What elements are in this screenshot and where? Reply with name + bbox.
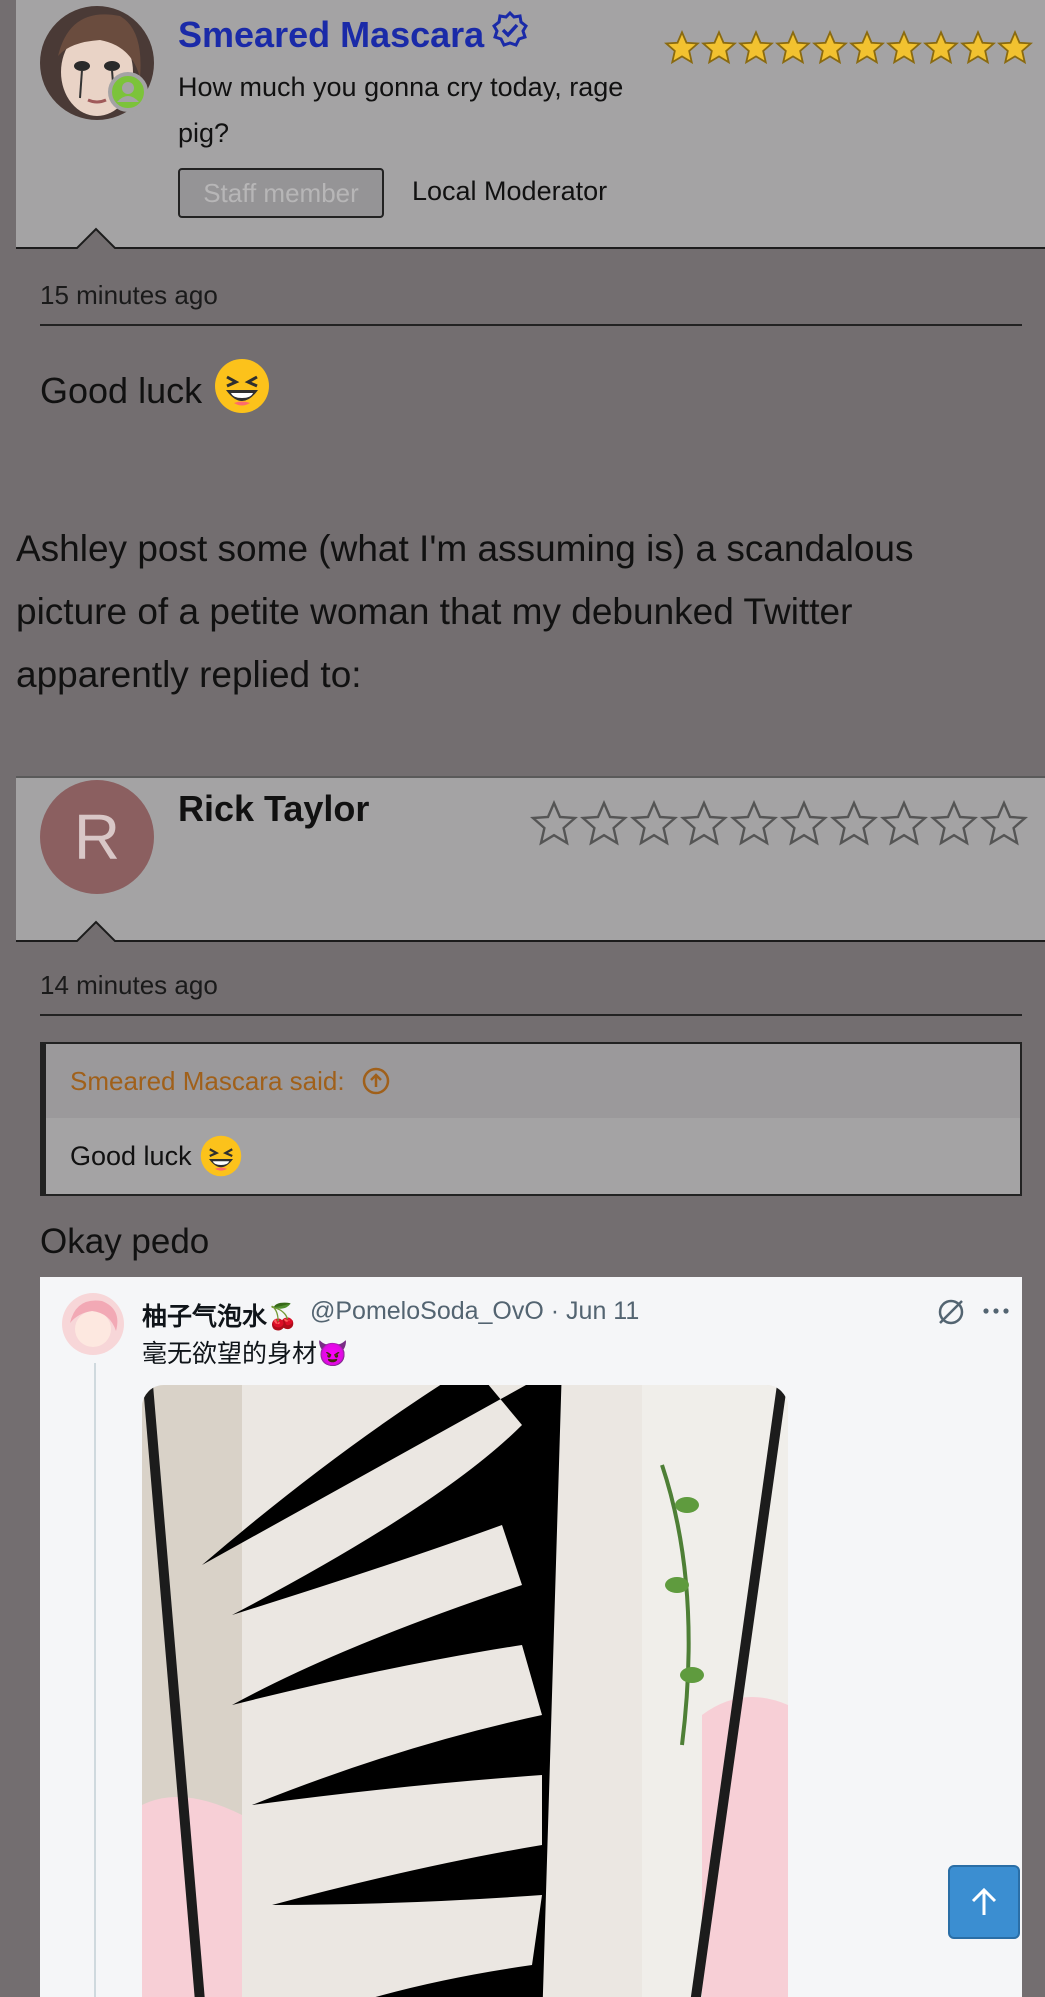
tweet-handle-date: @PomeloSoda_OvO · Jun 11 (310, 1297, 640, 1325)
post2-divider (40, 1014, 1022, 1016)
post2-body: Okay pedo (40, 1222, 210, 1261)
laughing-emoji-icon (214, 358, 270, 423)
laughing-emoji-icon (200, 1135, 242, 1177)
post1-user-title: How much you gonna cry today, rage pig? (178, 72, 624, 148)
post1-timestamp[interactable]: 15 minutes ago (40, 280, 218, 311)
tweet-avatar (62, 1293, 124, 1355)
star-icon (775, 30, 811, 65)
verified-icon (490, 10, 530, 59)
star-icon (923, 30, 959, 65)
post1-username-text[interactable]: Smeared Mascara (178, 14, 484, 56)
post1-body: Good luck (40, 358, 270, 423)
star-icon (530, 800, 578, 846)
quote-header[interactable]: Smeared Mascara said: (46, 1044, 1020, 1118)
star-icon (997, 30, 1033, 65)
star-icon (730, 800, 778, 846)
tweet-media-redacted (142, 1385, 788, 1997)
quote-block: Smeared Mascara said: Good luck (40, 1042, 1022, 1196)
quote-body: Good luck (46, 1118, 1020, 1194)
star-icon (630, 800, 678, 846)
star-icon (664, 30, 700, 65)
staff-member-badge[interactable]: Staff member (178, 168, 384, 218)
scroll-to-top-button[interactable] (948, 1865, 1020, 1939)
post2-avatar-letter: R (73, 801, 121, 873)
post2-card-pointer (76, 920, 116, 942)
post1-rating-stars (664, 30, 1034, 66)
star-icon (886, 30, 922, 65)
arrow-up-circle-icon[interactable] (361, 1066, 391, 1096)
star-icon (849, 30, 885, 65)
star-icon (830, 800, 878, 846)
quote-text: Good luck (70, 1140, 192, 1171)
tweet-thread-line (94, 1363, 96, 1997)
star-icon (980, 800, 1028, 846)
star-icon (960, 30, 996, 65)
tweet-text: 毫无欲望的身材😈 (142, 1340, 349, 1368)
quote-author[interactable]: Smeared Mascara said: (70, 1066, 345, 1097)
star-icon (738, 30, 774, 65)
article-paragraph: Ashley post some (what I'm assuming is) … (16, 528, 914, 695)
tweet-display-name: 柚子气泡水🍒 (142, 1303, 299, 1331)
post2-username[interactable]: Rick Taylor (178, 788, 369, 830)
star-icon (701, 30, 737, 65)
embedded-tweet-image[interactable]: 柚子气泡水🍒 @PomeloSoda_OvO · Jun 11 毫无欲望的身材😈 (40, 1277, 1022, 1997)
star-icon (930, 800, 978, 846)
user-online-icon (108, 72, 148, 112)
post2-user-card: R Rick Taylor (16, 776, 1045, 942)
post1-card-pointer (76, 227, 116, 249)
star-icon (812, 30, 848, 65)
star-icon (880, 800, 928, 846)
star-icon (680, 800, 728, 846)
post1-divider (40, 324, 1022, 326)
post1-body-text: Good luck (40, 369, 203, 411)
post1-role: Local Moderator (412, 176, 608, 206)
arrow-up-icon (967, 1885, 1001, 1919)
post2-rating-stars (530, 800, 1030, 848)
star-icon (780, 800, 828, 846)
retweet-icon (934, 1295, 968, 1334)
post2-timestamp[interactable]: 14 minutes ago (40, 970, 218, 1001)
post1-user-card: Smeared Mascara How much you gonna cry t… (16, 0, 1045, 249)
post1-username[interactable]: Smeared Mascara (178, 10, 530, 59)
post2-avatar[interactable]: R (40, 780, 154, 894)
more-icon (982, 1301, 1010, 1326)
star-icon (580, 800, 628, 846)
